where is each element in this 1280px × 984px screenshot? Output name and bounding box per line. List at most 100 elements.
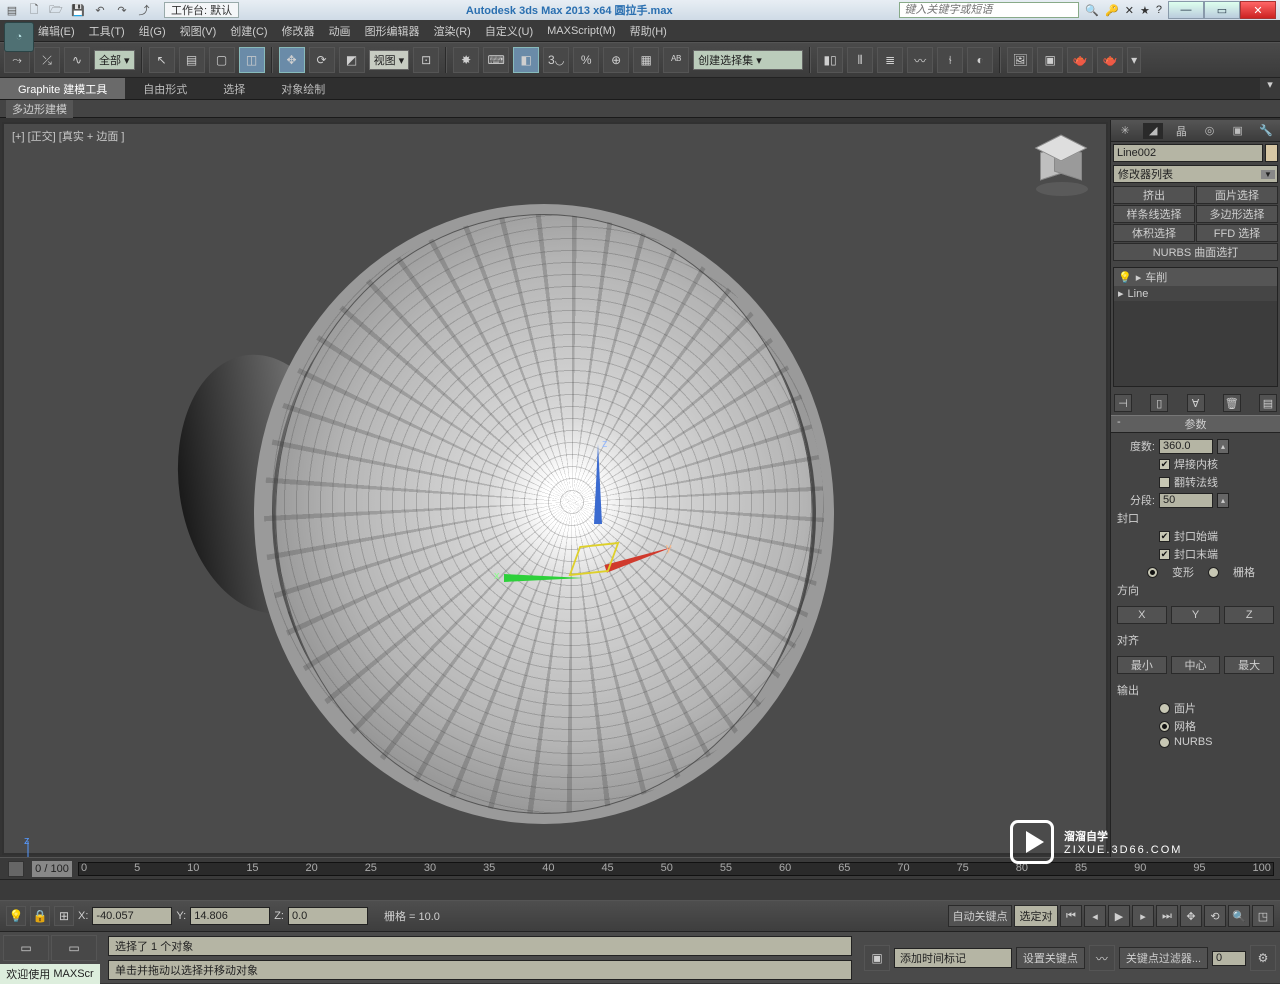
app-menu-icon[interactable]: ▤ [4, 3, 20, 17]
degrees-input[interactable]: 360.0 [1159, 439, 1213, 454]
rect-select-icon[interactable]: ▢ [209, 47, 235, 73]
y-input[interactable]: 14.806 [190, 907, 270, 925]
redo-icon[interactable]: ↷ [114, 3, 130, 17]
menu-modifiers[interactable]: 修改器 [282, 23, 315, 39]
poly-modeling-button[interactable]: 多边形建模 [6, 100, 73, 118]
move-icon[interactable]: ✥ [279, 47, 305, 73]
nav-orbit-icon[interactable]: ⟲ [1204, 905, 1226, 927]
flip-normals-checkbox[interactable] [1159, 477, 1170, 488]
weld-core-checkbox[interactable]: ✔ [1159, 459, 1170, 470]
pivot-icon[interactable]: ⊡ [413, 47, 439, 73]
output-patch-radio[interactable] [1159, 703, 1170, 714]
hierarchy-tab-icon[interactable]: 晶 [1171, 123, 1191, 139]
menu-render[interactable]: 渲染(R) [434, 23, 471, 39]
window-crossing-icon[interactable]: ◫ [239, 47, 265, 73]
curve-editor-icon[interactable]: 〰 [907, 47, 933, 73]
unlink-icon[interactable]: ⤰ [34, 47, 60, 73]
dir-x-button[interactable]: X [1117, 606, 1167, 624]
menu-help[interactable]: 帮助(H) [630, 23, 667, 39]
snap-options-icon[interactable]: ⊞ [54, 906, 74, 926]
mini-listener2-icon[interactable]: ▭ [51, 935, 97, 961]
visibility-icon[interactable]: 💡 [1118, 271, 1132, 284]
object-color-swatch[interactable] [1265, 144, 1278, 162]
align-min-button[interactable]: 最小 [1117, 656, 1167, 674]
menu-group[interactable]: 组(G) [139, 23, 166, 39]
menu-animation[interactable]: 动画 [329, 23, 351, 39]
tab-paint[interactable]: 对象绘制 [263, 78, 343, 99]
percent-snap-icon[interactable]: % [573, 47, 599, 73]
configure-icon[interactable]: ▤ [1259, 394, 1277, 412]
time-ruler[interactable]: 0510152025303540455055606570758085909510… [78, 862, 1274, 876]
display-tab-icon[interactable]: ▣ [1228, 123, 1248, 139]
object-name-input[interactable] [1113, 144, 1263, 162]
modifier-list-dropdown[interactable]: 修改器列表 [1113, 165, 1278, 183]
cap-end-checkbox[interactable]: ✔ [1159, 549, 1170, 560]
close-button[interactable]: ✕ [1240, 1, 1276, 19]
isolate-icon[interactable]: 💡 [6, 906, 26, 926]
app-logo-icon[interactable]: ◔ [4, 22, 34, 52]
set-key-button[interactable]: 设置关键点 [1016, 947, 1085, 969]
layers-icon[interactable]: ≣ [877, 47, 903, 73]
material-editor-icon[interactable]: ◐ [967, 47, 993, 73]
snap-toggle-icon[interactable]: ◧ [513, 47, 539, 73]
link-icon[interactable]: ⤴ [136, 3, 152, 17]
btn-poly-select[interactable]: 多边形选择 [1196, 205, 1278, 223]
next-frame-icon[interactable]: ▸ [1132, 905, 1154, 927]
make-unique-icon[interactable]: ∀ [1187, 394, 1205, 412]
bind-icon[interactable]: ∿ [64, 47, 90, 73]
filter-dropdown[interactable]: 全部 ▾ [94, 50, 135, 70]
modifier-stack[interactable]: 💡 ▸ 车削 ▸ Line [1113, 267, 1278, 387]
named-selection-dropdown[interactable]: 创建选择集 ▾ [693, 50, 803, 70]
current-frame-input[interactable]: 0 [1212, 951, 1246, 966]
goto-end-icon[interactable]: ⏭ [1156, 905, 1178, 927]
angle-snap-icon[interactable]: 3◡ [543, 47, 569, 73]
edged-icon[interactable]: ▦ [633, 47, 659, 73]
help-search-input[interactable] [899, 2, 1079, 18]
menu-customize[interactable]: 自定义(U) [485, 23, 533, 39]
nav-pan-icon[interactable]: ✥ [1180, 905, 1202, 927]
nav-max-icon[interactable]: ◳ [1252, 905, 1274, 927]
stack-item-lathe[interactable]: 💡 ▸ 车削 [1114, 268, 1277, 286]
modify-tab-icon[interactable]: ◢ [1143, 123, 1163, 139]
stack-item-line[interactable]: ▸ Line [1114, 286, 1277, 301]
menu-create[interactable]: 创建(C) [230, 23, 267, 39]
minimize-button[interactable]: — [1168, 1, 1204, 19]
schematic-icon[interactable]: ⫮ [937, 47, 963, 73]
mini-listener-icon[interactable]: ▭ [3, 935, 49, 961]
dir-z-button[interactable]: Z [1224, 606, 1274, 624]
abc-icon[interactable]: ᴬᴮ [663, 47, 689, 73]
btn-nurbs-select[interactable]: NURBS 曲面选打 [1113, 243, 1278, 261]
goto-start-icon[interactable]: ⏮ [1060, 905, 1082, 927]
menu-edit[interactable]: 编辑(E) [38, 23, 75, 39]
segments-input[interactable]: 50 [1159, 493, 1213, 508]
selection-lock-field[interactable]: 选定对 [1014, 905, 1058, 927]
select-by-name-icon[interactable]: ▤ [179, 47, 205, 73]
viewcube[interactable] [1040, 148, 1086, 194]
exchange-icon[interactable]: ✕ [1125, 4, 1134, 17]
dir-y-button[interactable]: Y [1171, 606, 1221, 624]
signin-icon[interactable]: 🔑 [1105, 4, 1119, 17]
lock-icon[interactable]: 🔒 [30, 906, 50, 926]
help-icon[interactable]: ? [1156, 4, 1162, 17]
grid-radio[interactable] [1208, 567, 1219, 578]
key-filters-button[interactable]: 关键点过滤器... [1119, 947, 1208, 969]
scale-icon[interactable]: ◩ [339, 47, 365, 73]
align-max-button[interactable]: 最大 [1224, 656, 1274, 674]
save-icon[interactable]: 💾 [70, 3, 86, 17]
render-flyout-icon[interactable]: ▾ [1127, 47, 1141, 73]
btn-spline-select[interactable]: 样条线选择 [1113, 205, 1195, 223]
menu-views[interactable]: 视图(V) [180, 23, 217, 39]
btn-patch-select[interactable]: 面片选择 [1196, 186, 1278, 204]
morph-radio[interactable] [1147, 567, 1158, 578]
ribbon-expand-icon[interactable]: ▾ [1260, 78, 1280, 99]
btn-ffd-select[interactable]: FFD 选择 [1196, 224, 1278, 242]
rollout-params[interactable]: 参数 [1111, 415, 1280, 433]
expand-icon[interactable]: ▸ [1136, 271, 1142, 284]
favorite-icon[interactable]: ★ [1140, 4, 1150, 17]
gizmo-z-axis[interactable] [594, 444, 602, 524]
z-input[interactable]: 0.0 [288, 907, 368, 925]
rotate-icon[interactable]: ⟳ [309, 47, 335, 73]
tab-graphite[interactable]: Graphite 建模工具 [0, 78, 125, 99]
degrees-spin-up[interactable]: ▴ [1217, 439, 1229, 454]
tab-selection[interactable]: 选择 [205, 78, 263, 99]
